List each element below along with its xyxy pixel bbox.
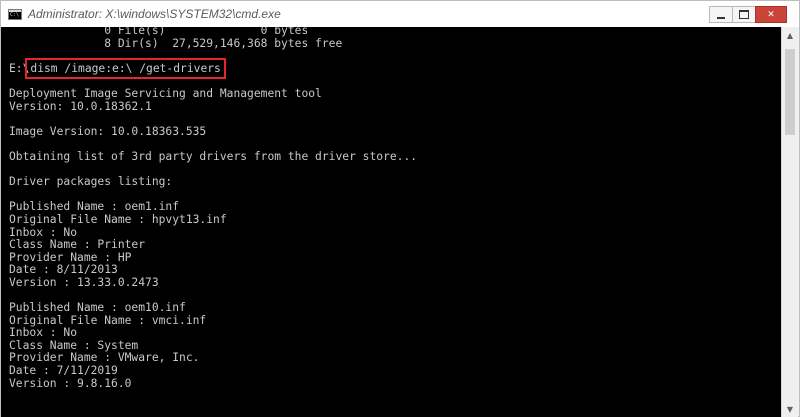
- console-line: 0 File(s) 0 bytes: [9, 27, 309, 37]
- console-line: Deployment Image Servicing and Managemen…: [9, 86, 322, 100]
- console-text: 0 File(s) 0 bytes 8 Dir(s) 27,529,146,36…: [9, 27, 417, 390]
- window-controls: ✕: [709, 6, 787, 23]
- window-title: Administrator: X:\windows\SYSTEM32\cmd.e…: [28, 7, 281, 21]
- maximize-button[interactable]: [732, 6, 756, 23]
- highlighted-command: dism /image:e:\ /get-drivers: [25, 57, 226, 79]
- cmd-window: Administrator: X:\windows\SYSTEM32\cmd.e…: [0, 0, 800, 417]
- console-line: Version : 9.8.16.0: [9, 376, 132, 390]
- close-icon: ✕: [767, 9, 775, 20]
- minimize-icon: [717, 16, 725, 19]
- console-line: 8 Dir(s) 27,529,146,368 bytes free: [9, 36, 343, 50]
- console-line: Class Name : Printer: [9, 238, 146, 252]
- console-line: Driver packages listing:: [9, 175, 173, 189]
- scroll-down-arrow-icon[interactable]: ▼: [782, 401, 798, 417]
- scroll-thumb[interactable]: [785, 49, 795, 135]
- maximize-icon: [739, 10, 749, 19]
- console-line: Inbox : No: [9, 326, 78, 340]
- console-line: Date : 7/11/2019: [9, 364, 118, 378]
- console-line: Published Name : oem10.inf: [9, 301, 186, 315]
- console-line: Image Version: 10.0.18363.535: [9, 124, 207, 138]
- console-line: Version : 13.33.0.2473: [9, 275, 159, 289]
- console-line: Original File Name : hpvyt13.inf: [9, 212, 227, 226]
- scroll-up-arrow-icon[interactable]: ▲: [782, 27, 798, 43]
- prompt: E:\: [9, 61, 30, 75]
- minimize-button[interactable]: [709, 6, 733, 23]
- console-line: Date : 8/11/2013: [9, 263, 118, 277]
- close-button[interactable]: ✕: [755, 6, 787, 23]
- console-line: Version: 10.0.18362.1: [9, 99, 152, 113]
- command-line: E:\dism /image:e:\ /get-drivers: [9, 57, 417, 79]
- vertical-scrollbar[interactable]: ▲ ▼: [781, 27, 798, 417]
- console-line: Obtaining list of 3rd party drivers from…: [9, 149, 418, 163]
- console-output[interactable]: 0 File(s) 0 bytes 8 Dir(s) 27,529,146,36…: [1, 27, 782, 417]
- cmd-icon: [8, 9, 22, 20]
- title-bar[interactable]: Administrator: X:\windows\SYSTEM32\cmd.e…: [1, 1, 799, 27]
